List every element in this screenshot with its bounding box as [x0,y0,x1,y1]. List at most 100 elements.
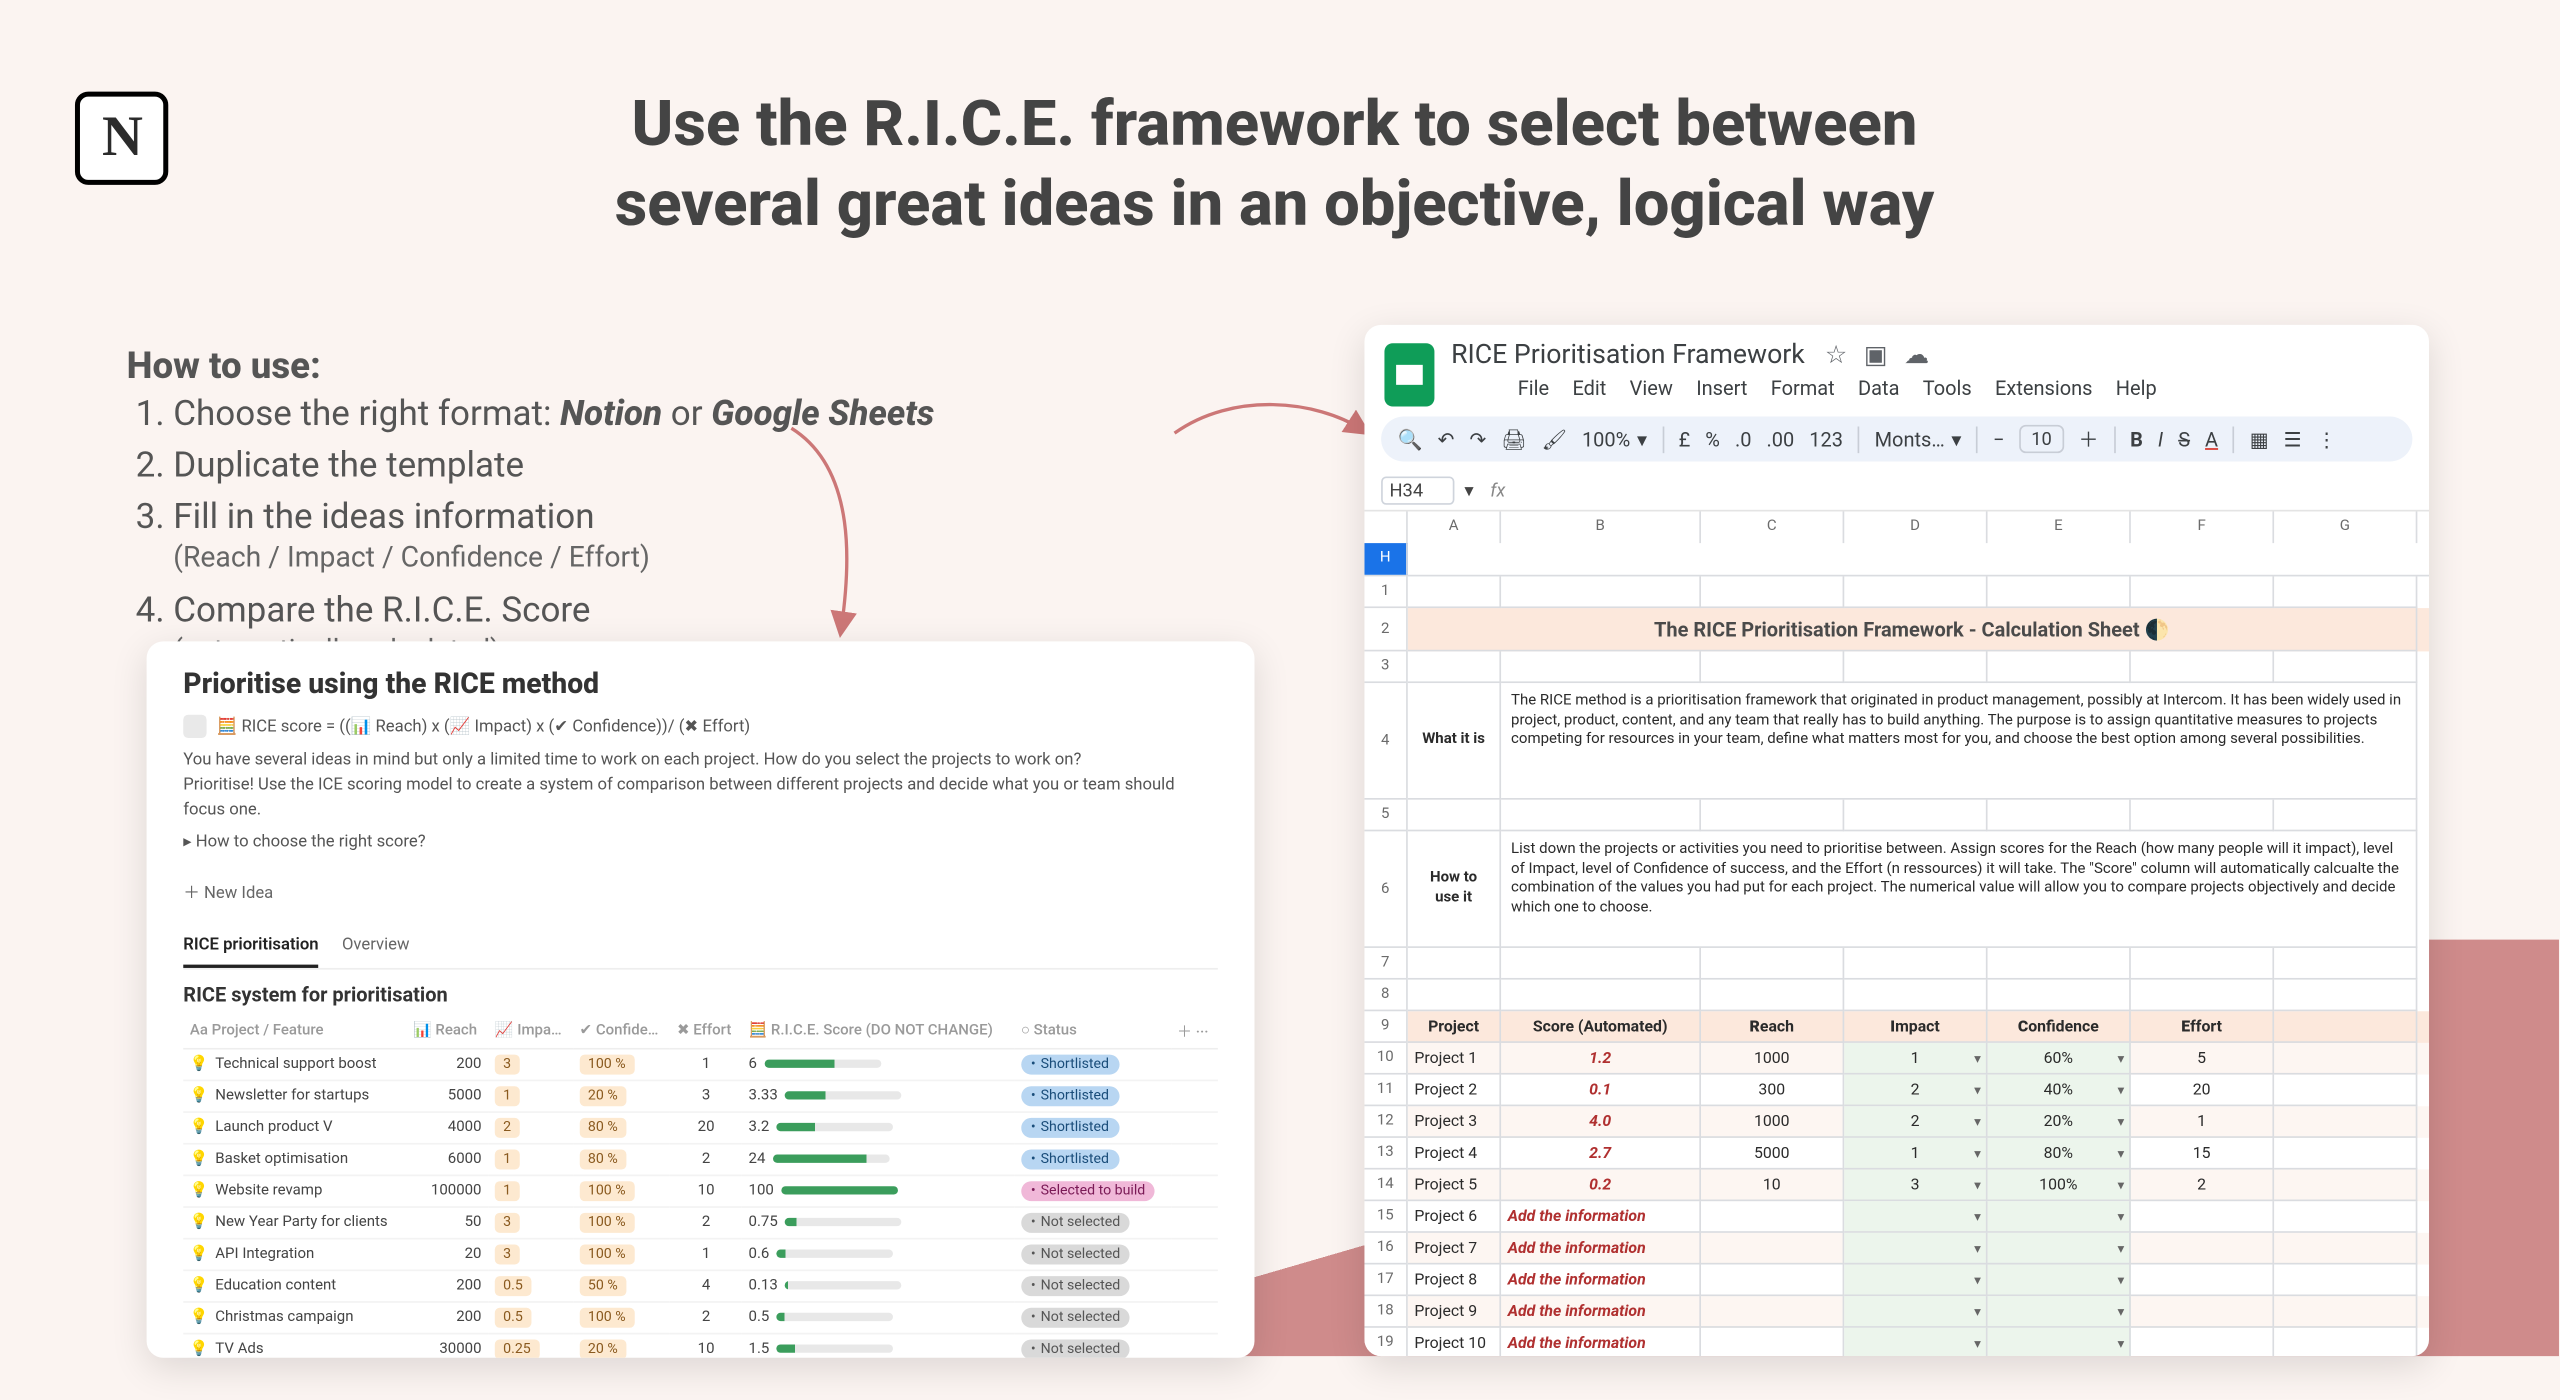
col-header-A[interactable]: A [1408,511,1501,543]
col-header-D[interactable]: D [1844,511,1987,543]
row-header-15[interactable]: 15 [1364,1201,1406,1233]
col-impact[interactable]: 📈 Impa… [488,1013,573,1049]
sheet-row[interactable]: Project 50.2103100%2 [1408,1170,2429,1202]
merge-icon[interactable]: ☰ [2284,427,2302,450]
currency-button[interactable]: £ [1679,427,1691,450]
font-select[interactable]: Monts… ▾ [1875,427,1962,450]
row-header-6[interactable]: 6 [1364,831,1406,948]
table-row[interactable]: 💡Newsletter for startups5000120 %33.33 S… [183,1080,1218,1112]
how-to-use-label: How to use it [1408,831,1501,948]
sheet-row[interactable]: Project 10Add the information [1408,1328,2429,1356]
borders-icon[interactable]: ▦ [2250,427,2269,450]
new-idea-button[interactable]: ＋ New Idea [183,878,273,903]
col-project[interactable]: Aa Project / Feature [183,1013,406,1049]
row-header-14[interactable]: 14 [1364,1170,1406,1202]
bulb-icon: 💡 [190,1120,209,1137]
table-row[interactable]: 💡Website revamp1000001100 %10100 Selecte… [183,1175,1218,1207]
sheet-row[interactable]: Project 6Add the information [1408,1201,2429,1233]
more-toolbar-icon[interactable]: ⋮ [2317,427,2337,450]
table-row[interactable]: 💡Christmas campaign2000.5100 %20.5 Not s… [183,1302,1218,1334]
strike-icon[interactable]: S [2178,427,2190,450]
redo-icon[interactable]: ↷ [1469,427,1486,450]
col-reach[interactable]: 📊 Reach [406,1013,488,1049]
sheet-row[interactable]: Project 11.21000160%5 [1408,1043,2429,1075]
tab-rice[interactable]: RICE prioritisation [183,930,318,968]
undo-icon[interactable]: ↶ [1438,427,1455,450]
col-header-H[interactable]: H [1364,543,1407,575]
row-header-13[interactable]: 13 [1364,1138,1406,1170]
row-header-7[interactable]: 7 [1364,948,1406,980]
font-size-input[interactable]: 10 [2020,425,2064,453]
col-header-C[interactable]: C [1701,511,1844,543]
increase-decimal-icon[interactable]: .00 [1766,427,1794,450]
col-add[interactable]: ＋ ··· [1170,1013,1217,1049]
row-header-12[interactable]: 12 [1364,1106,1406,1138]
sheet-row[interactable]: Project 8Add the information [1408,1264,2429,1296]
row-header-3[interactable]: 3 [1364,651,1406,683]
col-header-E[interactable]: E [1988,511,2131,543]
bulb-icon: 💡 [190,1278,209,1295]
sheets-column-headers: ABCDEFG H [1364,511,2429,576]
row-header-16[interactable]: 16 [1364,1233,1406,1265]
table-row[interactable]: 💡Launch product V4000280 %203.2 Shortlis… [183,1112,1218,1144]
search-icon[interactable]: 🔍 [1398,427,1423,450]
row-header-18[interactable]: 18 [1364,1296,1406,1328]
col-effort[interactable]: ✖ Effort [670,1013,742,1049]
zoom-select[interactable]: 100% ▾ [1582,427,1647,450]
menu-help[interactable]: Help [2116,377,2157,400]
font-size-increase[interactable]: ＋ [2078,425,2098,453]
bold-icon[interactable]: B [2130,427,2143,450]
menu-file[interactable]: File [1518,377,1549,400]
row-header-1[interactable]: 1 [1364,576,1406,608]
row-header-19[interactable]: 19 [1364,1328,1406,1356]
menu-view[interactable]: View [1630,377,1673,400]
menu-tools[interactable]: Tools [1923,377,1972,400]
table-row[interactable]: 💡Technical support boost2003100 %16 Shor… [183,1049,1218,1081]
menu-extensions[interactable]: Extensions [1995,377,2092,400]
formula-icon [183,715,206,738]
table-row[interactable]: 💡Education content2000.550 %40.13 Not se… [183,1270,1218,1302]
table-row[interactable]: 💡New Year Party for clients503100 %20.75… [183,1207,1218,1239]
row-header-11[interactable]: 11 [1364,1075,1406,1107]
row-header-8[interactable]: 8 [1364,980,1406,1012]
row-header-9[interactable]: 9 [1364,1011,1406,1043]
col-header-F[interactable]: F [2131,511,2274,543]
italic-icon[interactable]: I [2158,427,2163,450]
text-color-icon[interactable]: A [2205,427,2218,450]
menu-insert[interactable]: Insert [1696,377,1747,400]
sheet-row[interactable]: Project 34.01000220%1 [1408,1106,2429,1138]
menu-format[interactable]: Format [1771,377,1835,400]
row-header-10[interactable]: 10 [1364,1043,1406,1075]
table-row[interactable]: 💡API Integration203100 %10.6 Not selecte… [183,1239,1218,1271]
percent-button[interactable]: % [1705,427,1720,450]
sheet-row[interactable]: Project 9Add the information [1408,1296,2429,1328]
print-icon[interactable]: 🖨 [1501,427,1526,450]
col-status[interactable]: ○ Status [1014,1013,1170,1049]
sheet-row[interactable]: Project 20.1300240%20 [1408,1075,2429,1107]
tab-overview[interactable]: Overview [342,930,410,968]
number-format-icon[interactable]: 123 [1809,427,1843,450]
sheet-row[interactable]: Project 7Add the information [1408,1233,2429,1265]
sheets-grid[interactable]: The RICE Prioritisation Framework - Calc… [1408,576,2429,1356]
menu-data[interactable]: Data [1858,377,1899,400]
col-confidence[interactable]: ✔ Confide… [573,1013,670,1049]
paint-format-icon[interactable]: 🖌 [1542,427,1567,450]
table-row[interactable]: 💡TV Ads300000.2520 %101.5 Not selected [183,1334,1218,1358]
table-row[interactable]: 💡Basket optimisation6000180 %224 Shortli… [183,1144,1218,1176]
sheets-doc-title[interactable]: RICE Prioritisation Framework [1451,338,1805,370]
font-size-decrease[interactable]: − [1993,427,2004,450]
notion-toggle[interactable]: ▸ How to choose the right score? [183,830,1218,855]
row-header-5[interactable]: 5 [1364,800,1406,832]
row-header-2[interactable]: 2 [1364,608,1406,651]
row-header-17[interactable]: 17 [1364,1264,1406,1296]
move-folder-icon[interactable]: ▣ [1864,339,1888,369]
menu-edit[interactable]: Edit [1572,377,1606,400]
col-header-B[interactable]: B [1501,511,1701,543]
col-score[interactable]: 🧮 R.I.C.E. Score (DO NOT CHANGE) [742,1013,1014,1049]
col-header-G[interactable]: G [2274,511,2417,543]
star-icon[interactable]: ☆ [1825,339,1847,369]
name-box[interactable]: H34 [1381,476,1454,504]
row-header-4[interactable]: 4 [1364,683,1406,800]
decrease-decimal-icon[interactable]: .0 [1735,427,1752,450]
sheet-row[interactable]: Project 42.75000180%15 [1408,1138,2429,1170]
